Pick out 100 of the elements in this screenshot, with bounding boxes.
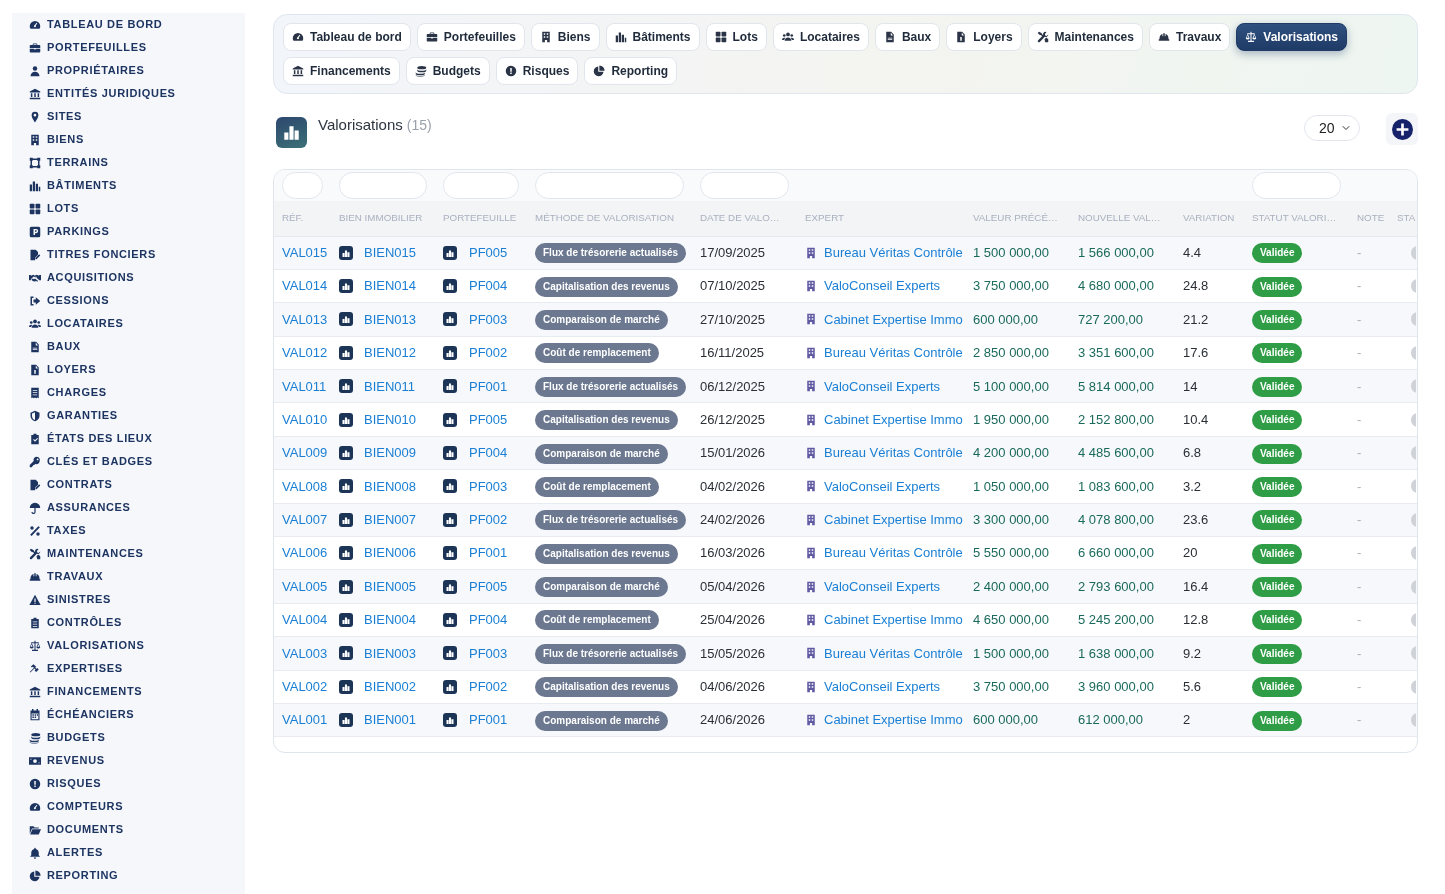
- reference-link[interactable]: VAL002: [282, 679, 328, 694]
- sidebar-item[interactable]: TERRAINS: [29, 151, 245, 174]
- reference-link[interactable]: VAL006: [282, 545, 328, 561]
- reference-link[interactable]: VAL012: [282, 345, 328, 361]
- reference-link[interactable]: VAL004: [282, 612, 328, 628]
- module-tab[interactable]: Portefeuilles: [416, 23, 525, 51]
- portfolio-link[interactable]: PF002: [469, 343, 508, 363]
- sidebar-item[interactable]: PORTEFEUILLES: [29, 36, 245, 59]
- module-tab[interactable]: Maintenances: [1027, 23, 1143, 51]
- sidebar-item[interactable]: CHARGES: [29, 381, 245, 404]
- sidebar-item[interactable]: ASSURANCES: [29, 496, 245, 519]
- reference-link[interactable]: VAL008: [282, 478, 328, 494]
- sidebar-item[interactable]: MAINTENANCES: [29, 542, 245, 565]
- module-tab[interactable]: Locataires: [772, 23, 869, 51]
- table-cell: 1 500 000,00: [965, 636, 1070, 671]
- property-link[interactable]: BIEN012: [364, 343, 417, 363]
- reference-link[interactable]: VAL014: [282, 278, 328, 294]
- sidebar-item[interactable]: CONTRATS: [29, 473, 245, 496]
- sidebar-item[interactable]: REVENUS: [29, 749, 245, 772]
- expert-link[interactable]: ValoConseil Experts: [824, 476, 941, 497]
- clipboard-check-icon: [29, 432, 41, 445]
- sidebar-item[interactable]: FINANCEMENTS: [29, 680, 245, 703]
- module-tab[interactable]: Bâtiments: [605, 23, 700, 51]
- page-size-select[interactable]: 20: [1304, 115, 1360, 141]
- sidebar-item[interactable]: LOCATAIRES: [29, 312, 245, 335]
- portfolio-link[interactable]: PF004: [469, 610, 508, 630]
- sidebar-item[interactable]: CLÉS ET BADGES: [29, 450, 245, 473]
- building-icon: [805, 714, 817, 727]
- module-tab[interactable]: Baux: [874, 23, 941, 51]
- sidebar-item[interactable]: TAXES: [29, 519, 245, 542]
- expert-link[interactable]: Cabinet Expertise Immo: [824, 610, 963, 630]
- module-tab[interactable]: Financements: [283, 57, 400, 85]
- sidebar-item[interactable]: PROPRIÉTAIRES: [29, 59, 245, 82]
- filter-field[interactable]: [535, 172, 684, 199]
- module-tab[interactable]: Loyers: [946, 23, 1022, 51]
- sidebar-item[interactable]: SITES: [29, 105, 245, 128]
- module-tab[interactable]: Travaux: [1148, 23, 1231, 51]
- sidebar-item[interactable]: GARANTIES: [29, 404, 245, 427]
- property-link[interactable]: BIEN014: [364, 276, 417, 296]
- sidebar-item[interactable]: EXPERTISES: [29, 657, 245, 680]
- portfolio-link[interactable]: PF002: [469, 677, 508, 697]
- property-link[interactable]: BIEN008: [364, 476, 417, 497]
- sidebar-item[interactable]: ÉTATS DES LIEUX: [29, 427, 245, 450]
- module-tab[interactable]: Tableau de bord: [283, 23, 411, 51]
- sidebar-item[interactable]: TRAVAUX: [29, 565, 245, 588]
- sidebar-item[interactable]: ALERTES: [29, 841, 245, 864]
- module-tab[interactable]: Risques: [495, 57, 579, 85]
- sidebar-item[interactable]: BAUX: [29, 335, 245, 358]
- filter-field[interactable]: [443, 172, 519, 199]
- sidebar-item[interactable]: SINISTRES: [29, 588, 245, 611]
- sidebar-item[interactable]: LOTS: [29, 197, 245, 220]
- module-tab[interactable]: Reporting: [584, 57, 678, 85]
- filter-field[interactable]: [339, 172, 427, 199]
- expert-link[interactable]: Bureau Véritas Contrôle: [824, 343, 963, 363]
- filter-field[interactable]: [700, 172, 789, 199]
- reference-link[interactable]: VAL010: [282, 411, 328, 427]
- portfolio-link[interactable]: PF003: [469, 476, 508, 497]
- property-link[interactable]: BIEN006: [364, 543, 417, 563]
- module-tab[interactable]: Valorisations: [1236, 23, 1348, 51]
- pie-chart-icon: [593, 65, 606, 77]
- sidebar-item[interactable]: TITRES FONCIERS: [29, 243, 245, 266]
- sidebar-item[interactable]: BUDGETS: [29, 726, 245, 749]
- method-badge: Comparaison de marché: [535, 309, 668, 330]
- add-button[interactable]: [1386, 113, 1418, 145]
- module-tab[interactable]: Biens: [530, 23, 600, 51]
- property-link[interactable]: BIEN010: [364, 409, 417, 430]
- portfolio-link[interactable]: PF005: [469, 409, 508, 430]
- sidebar-item[interactable]: TABLEAU DE BORD: [29, 13, 245, 36]
- module-tab[interactable]: Lots: [705, 23, 767, 51]
- sidebar-item[interactable]: ENTITÉS JURIDIQUES: [29, 82, 245, 105]
- sidebar-item[interactable]: LOYERS: [29, 358, 245, 381]
- expert-link[interactable]: Cabinet Expertise Immo: [824, 409, 963, 430]
- property-link[interactable]: BIEN002: [364, 677, 417, 697]
- sidebar-item[interactable]: REPORTING: [29, 864, 245, 887]
- table-cell: 26/12/2025: [692, 402, 797, 437]
- portfolio-link[interactable]: PF004: [469, 276, 508, 296]
- sidebar-item[interactable]: BÂTIMENTS: [29, 174, 245, 197]
- property-link[interactable]: BIEN004: [364, 610, 417, 630]
- sidebar-item[interactable]: BIENS: [29, 128, 245, 151]
- sidebar-item[interactable]: CESSIONS: [29, 289, 245, 312]
- module-tab[interactable]: Budgets: [405, 57, 490, 85]
- sidebar-item[interactable]: DOCUMENTS: [29, 818, 245, 841]
- sidebar-item[interactable]: PARKINGS: [29, 220, 245, 243]
- expert-link[interactable]: ValoConseil Experts: [824, 276, 941, 296]
- sidebar-item[interactable]: ACQUISITIONS: [29, 266, 245, 289]
- expert-link[interactable]: ValoConseil Experts: [824, 677, 941, 697]
- sidebar-item[interactable]: ÉCHÉANCIERS: [29, 703, 245, 726]
- sidebar-item[interactable]: RISQUES: [29, 772, 245, 795]
- expert-link[interactable]: Bureau Véritas Contrôle: [824, 543, 963, 563]
- filter-field[interactable]: [282, 172, 323, 199]
- sidebar-item[interactable]: VALORISATIONS: [29, 634, 245, 657]
- bar-chart-tile-icon: [339, 613, 353, 627]
- sidebar-item[interactable]: COMPTEURS: [29, 795, 245, 818]
- frame-icon: [29, 156, 41, 169]
- building-icon: [805, 580, 817, 593]
- table-cell: 4 078 800,00: [1070, 503, 1175, 537]
- hard-hat-icon: [29, 570, 41, 583]
- sidebar-item[interactable]: CONTRÔLES: [29, 611, 245, 634]
- filter-field[interactable]: [1252, 172, 1341, 199]
- portfolio-link[interactable]: PF001: [469, 543, 508, 563]
